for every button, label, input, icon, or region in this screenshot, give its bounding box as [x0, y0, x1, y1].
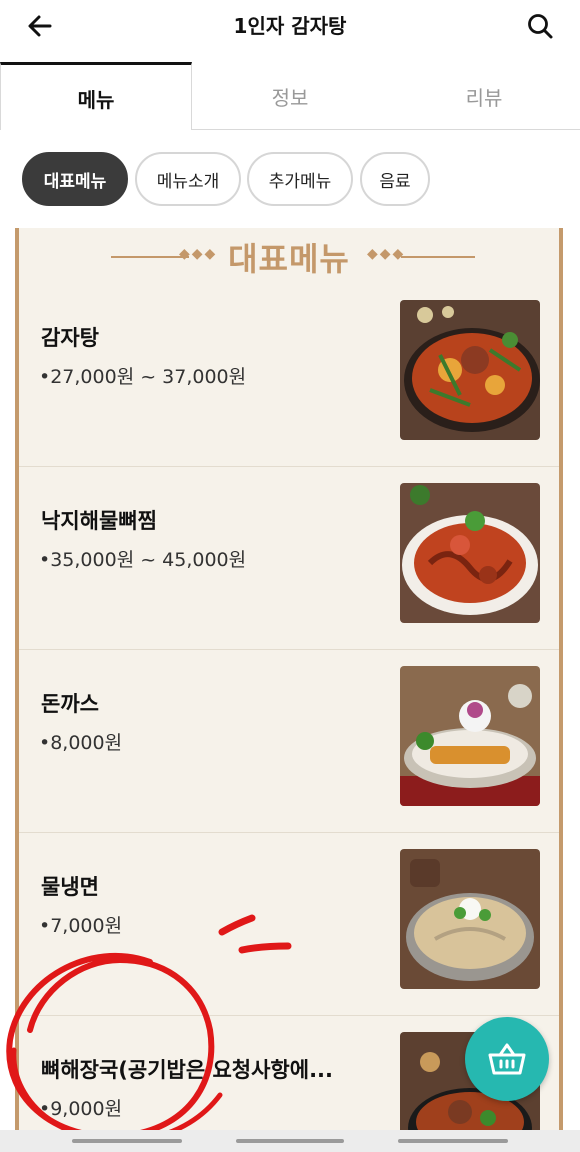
- menu-item-photo: [400, 666, 540, 806]
- nav-home[interactable]: [236, 1139, 344, 1143]
- menu-item-photo: [400, 849, 540, 989]
- page-title: 1인자 감자탕: [233, 14, 347, 38]
- tab-menu[interactable]: 메뉴: [0, 62, 192, 131]
- menu-item[interactable]: 돈까스 •8,000원: [19, 650, 559, 833]
- menu-item[interactable]: 낙지해물뼈찜 •35,000원 ~ 45,000원: [19, 467, 559, 650]
- tab-bar: 메뉴 정보 리뷰: [0, 62, 580, 131]
- nav-recent-apps[interactable]: [72, 1139, 182, 1143]
- category-chips: 대표메뉴 메뉴소개 추가메뉴 음료: [0, 130, 580, 228]
- basket-icon: [488, 1043, 526, 1075]
- menu-item-name: 돈까스: [41, 692, 99, 716]
- chip-drinks[interactable]: 음료: [360, 152, 430, 206]
- nav-back[interactable]: [398, 1139, 508, 1143]
- search-button[interactable]: [522, 8, 558, 44]
- tab-review[interactable]: 리뷰: [388, 62, 580, 130]
- section-title: 대표메뉴: [228, 240, 350, 278]
- top-bar: 1인자 감자탕: [0, 0, 580, 52]
- menu-item-name: 감자탕: [41, 326, 99, 350]
- tab-info[interactable]: 정보: [194, 62, 386, 130]
- menu-item-name: 물냉면: [41, 875, 99, 899]
- menu-item[interactable]: 물냉면 •7,000원: [19, 833, 559, 1016]
- chip-signature-menu[interactable]: 대표메뉴: [22, 152, 128, 206]
- chip-extra-menu[interactable]: 추가메뉴: [247, 152, 353, 206]
- gamjatang-photo: [400, 300, 540, 440]
- search-icon: [528, 14, 553, 39]
- menu-board: ◆◆◆ 대표메뉴 ◆◆◆ 감자탕 •27,000원 ~ 37,000원 낙지해물…: [15, 228, 563, 1152]
- divider-right: [401, 256, 475, 258]
- menu-item-price: •7,000원: [39, 915, 123, 937]
- menu-item-name: 뼈해장국(공기밥은 요청사항에...: [41, 1058, 334, 1082]
- menu-item[interactable]: 감자탕 •27,000원 ~ 37,000원: [19, 284, 559, 467]
- menu-item-photo: [400, 483, 540, 623]
- mulnaengmyeon-photo: [400, 849, 540, 989]
- menu-item-price: •35,000원 ~ 45,000원: [39, 549, 247, 571]
- system-nav-bar: [0, 1130, 580, 1152]
- diamond-ornament-icon: ◆◆◆: [367, 246, 406, 262]
- menu-item-price: •9,000원: [39, 1098, 123, 1120]
- nakji-haemul-ppyeojjim-photo: [400, 483, 540, 623]
- menu-item-price: •27,000원 ~ 37,000원: [39, 366, 247, 388]
- menu-item-price: •8,000원: [39, 732, 123, 754]
- menu-item-name: 낙지해물뼈찜: [41, 509, 157, 533]
- cart-button[interactable]: [465, 1017, 549, 1101]
- section-header: ◆◆◆ 대표메뉴 ◆◆◆: [19, 228, 559, 284]
- menu-item-photo: [400, 300, 540, 440]
- chip-menu-intro[interactable]: 메뉴소개: [135, 152, 241, 206]
- donkatsu-photo: [400, 666, 540, 806]
